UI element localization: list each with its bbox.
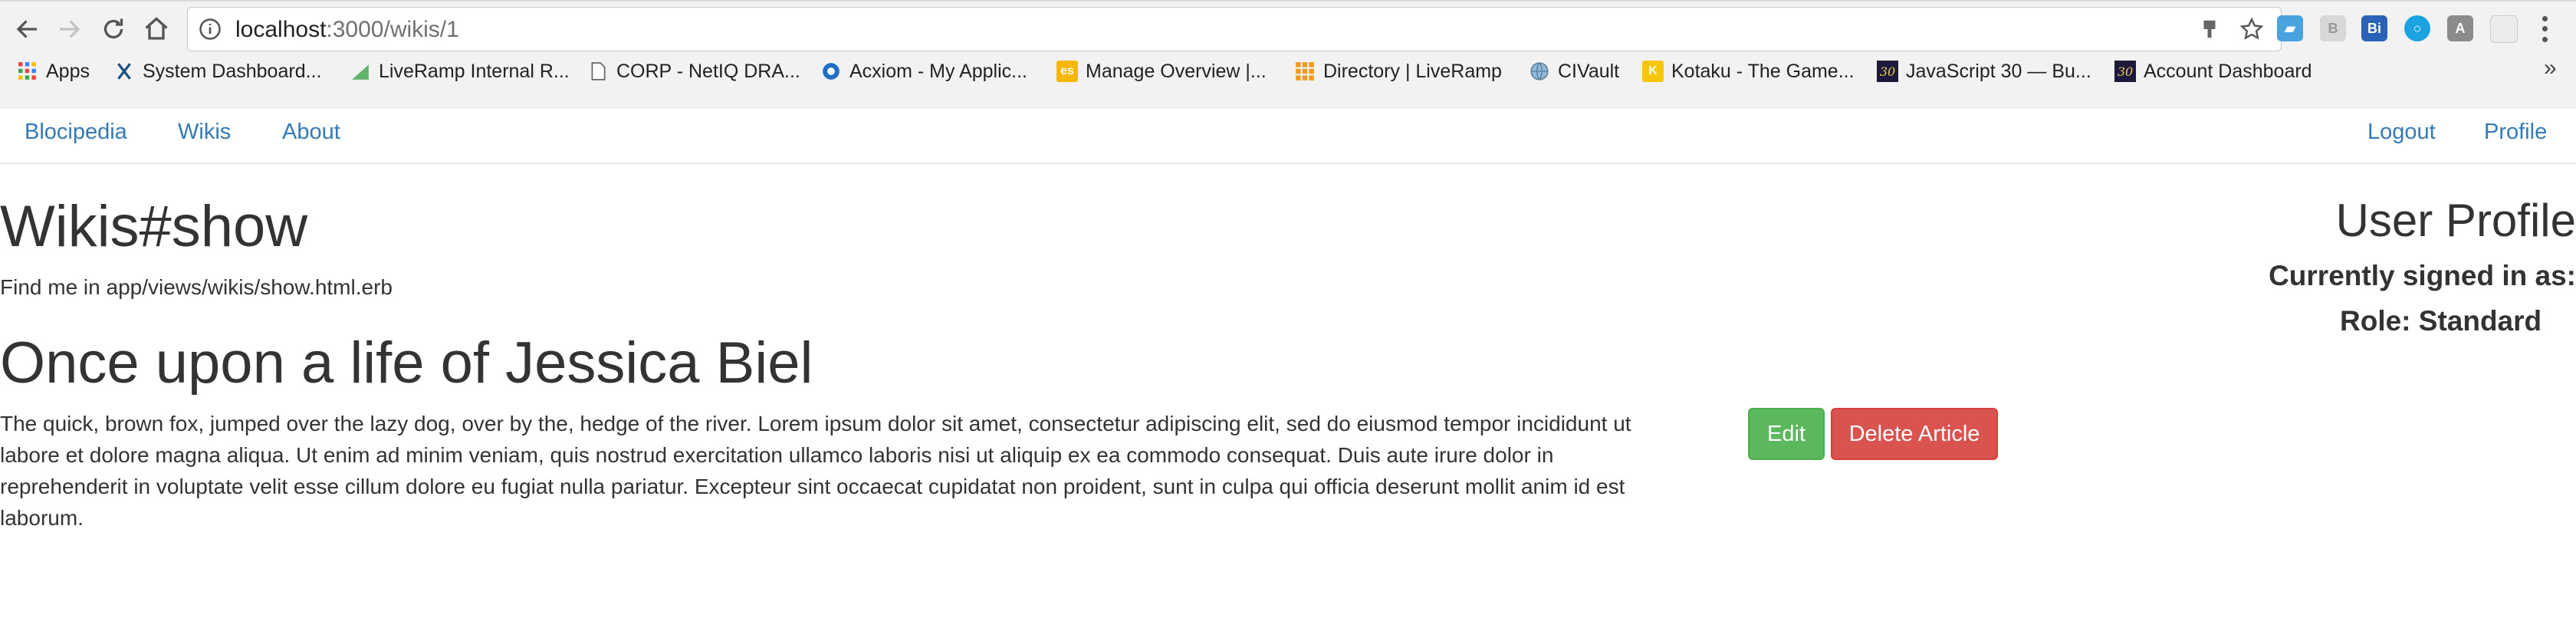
bookmark-label: CIVault — [1558, 60, 1620, 82]
liveramp-icon — [350, 61, 371, 82]
bookmark-label: Kotaku - The Game... — [1671, 60, 1855, 82]
bookmark-corp-netiq[interactable]: CORP - NetIQ DRA... — [587, 57, 800, 86]
extension-shield-icon[interactable]: A — [2447, 15, 2473, 41]
reload-icon — [104, 18, 123, 39]
reload-button[interactable] — [94, 9, 133, 49]
jira-icon — [113, 61, 135, 82]
info-icon[interactable] — [199, 18, 222, 41]
es-icon: es — [1056, 61, 1078, 82]
back-button[interactable] — [8, 9, 48, 49]
url-text[interactable]: localhost:3000/wikis/1 — [235, 17, 459, 43]
browser-chrome: localhost:3000/wikis/1 ▰ B Bi ○ A Apps S… — [0, 0, 2576, 109]
js30-icon: 30 — [1877, 61, 1898, 82]
delete-article-button[interactable]: Delete Article — [1831, 408, 1998, 460]
url-host: localhost — [235, 17, 327, 42]
forward-button[interactable] — [49, 9, 89, 49]
extension-b-gray-icon[interactable]: B — [2320, 15, 2346, 41]
extension-blank-icon[interactable] — [2490, 15, 2518, 43]
user-profile-title: User Profile — [2335, 195, 2576, 246]
bookmark-system-dashboard[interactable]: System Dashboard... — [113, 57, 321, 86]
document-icon — [587, 61, 609, 82]
bookmark-kotaku[interactable]: K Kotaku - The Game... — [1642, 57, 1855, 86]
bookmark-manage-overview[interactable]: es Manage Overview |... — [1056, 57, 1267, 86]
nav-about-link[interactable]: About — [282, 120, 340, 145]
bookmark-apps[interactable]: Apps — [17, 57, 90, 86]
home-button[interactable] — [136, 9, 176, 49]
bookmarks-bar: Apps System Dashboard... LiveRamp Intern… — [0, 57, 2576, 86]
key-icon[interactable] — [2198, 18, 2221, 41]
bookmark-label: Acxiom - My Applic... — [849, 60, 1027, 82]
nav-profile-link[interactable]: Profile — [2484, 120, 2547, 145]
forward-arrow-icon — [60, 20, 80, 38]
bookmark-directory[interactable]: Directory | LiveRamp — [1294, 57, 1502, 86]
bookmark-acxiom[interactable]: Acxiom - My Applic... — [820, 57, 1027, 86]
browser-menu-icon[interactable] — [2533, 14, 2556, 44]
kotaku-icon: K — [1642, 61, 1664, 82]
edit-button[interactable]: Edit — [1748, 408, 1825, 460]
js30-icon: 30 — [2114, 61, 2136, 82]
bookmark-label: JavaScript 30 — Bu... — [1906, 60, 2091, 82]
url-path: :3000/wikis/1 — [326, 17, 459, 42]
nav-wikis-link[interactable]: Wikis — [178, 120, 231, 145]
directory-icon — [1294, 61, 1316, 82]
bookmark-javascript30[interactable]: 30 JavaScript 30 — Bu... — [1877, 57, 2091, 86]
bookmark-label: Apps — [46, 60, 90, 82]
tab-strip-edge — [0, 0, 2576, 2]
user-role: Role: Standard — [2340, 305, 2542, 337]
bookmark-label: Account Dashboard — [2144, 60, 2312, 82]
back-arrow-icon — [16, 20, 37, 38]
globe-icon — [1529, 61, 1550, 82]
bookmark-label: LiveRamp Internal R... — [379, 60, 570, 82]
bookmark-account-dashboard[interactable]: 30 Account Dashboard — [2114, 57, 2312, 86]
extension-bi-icon[interactable]: Bi — [2361, 15, 2387, 41]
bookmark-liveramp-internal[interactable]: LiveRamp Internal R... — [350, 57, 570, 86]
bookmark-label: System Dashboard... — [143, 60, 322, 82]
bookmark-label: CORP - NetIQ DRA... — [616, 60, 800, 82]
bookmark-label: Directory | LiveRamp — [1323, 60, 1502, 82]
extension-cloud-icon[interactable]: ▰ — [2277, 15, 2303, 41]
bookmark-civault[interactable]: CIVault — [1529, 57, 1619, 86]
bookmark-label: Manage Overview |... — [1086, 60, 1267, 82]
acxiom-icon — [820, 61, 842, 82]
signed-in-label: Currently signed in as: — [2269, 260, 2576, 291]
nav-logout-link[interactable]: Logout — [2367, 120, 2436, 145]
wiki-body: The quick, brown fox, jumped over the la… — [0, 412, 1631, 530]
address-bar[interactable]: localhost:3000/wikis/1 — [187, 7, 2282, 51]
bookmarks-overflow-icon[interactable]: » — [2544, 55, 2557, 81]
home-icon — [145, 17, 168, 40]
template-hint: Find me in app/views/wikis/show.html.erb — [0, 275, 393, 299]
apps-grid-icon — [17, 61, 38, 82]
brand-link[interactable]: Blocipedia — [25, 120, 127, 145]
extension-circle-icon[interactable]: ○ — [2404, 15, 2430, 41]
site-navbar: Blocipedia Wikis About Logout Profile — [0, 109, 2576, 164]
wiki-title: Once upon a life of Jessica Biel — [0, 330, 813, 396]
bookmark-star-icon[interactable] — [2239, 17, 2264, 41]
page-title: Wikis#show — [0, 194, 308, 259]
